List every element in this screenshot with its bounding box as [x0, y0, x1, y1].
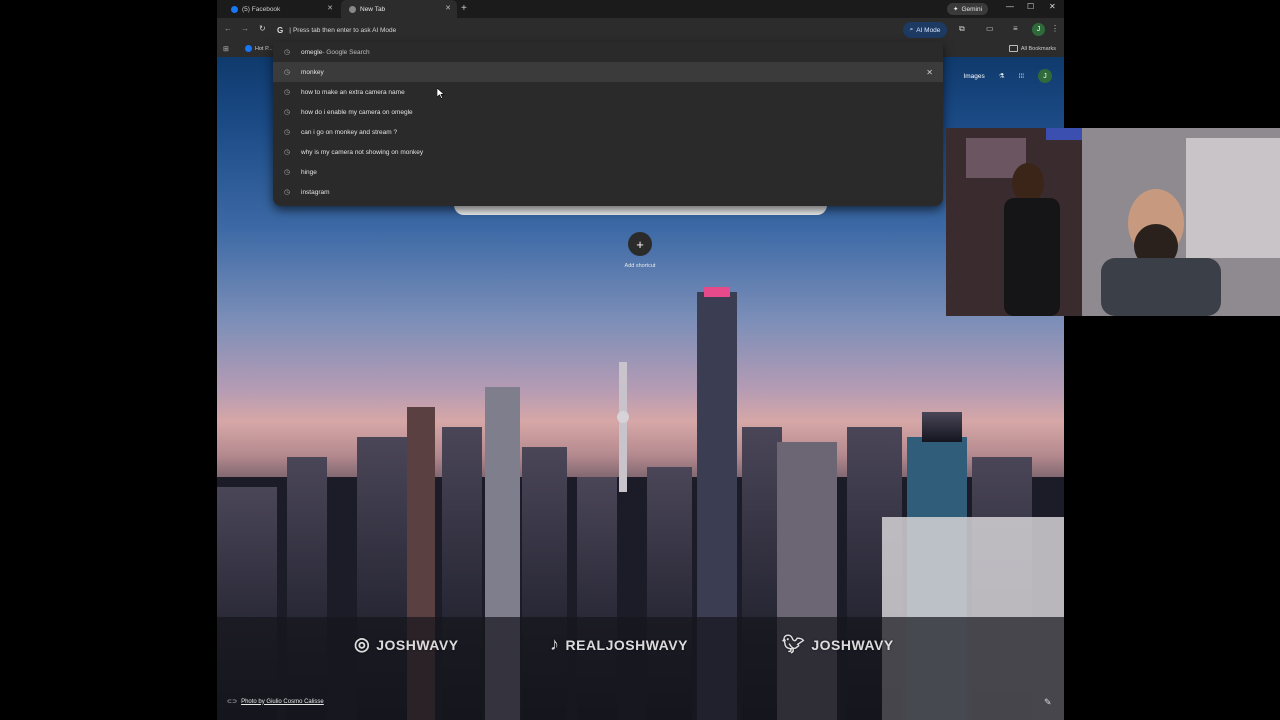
suggestion-item[interactable]: ◷ instagram: [273, 182, 943, 202]
suggestion-item[interactable]: ◷ how to make an extra camera name: [273, 82, 943, 102]
add-shortcut-button[interactable]: +: [628, 232, 652, 256]
add-shortcut-label: Add shortcut: [624, 263, 656, 269]
remove-suggestion-icon[interactable]: ✕: [926, 68, 933, 77]
tiktok-handle: REALJOSHWAVY: [565, 636, 688, 653]
ntp-top-links: Images ⚗ ⁞⁞⁞ J: [963, 69, 1052, 83]
suggestion-item[interactable]: ◷ omegle - Google Search: [273, 42, 943, 62]
instagram-overlay: ◎ JOSHWAVY: [354, 634, 459, 655]
plus-icon: +: [636, 236, 644, 252]
browser-window: (5) Facebook ✕ New Tab ✕ + ✦ Gemini — ☐ …: [217, 0, 1064, 720]
mouse-cursor-icon: [437, 88, 445, 99]
search-icon: ⌕: [909, 26, 914, 33]
new-tab-button[interactable]: +: [461, 3, 467, 14]
twitter-overlay: 🐦︎ JOSHWAVY: [782, 634, 894, 655]
folder-icon: [1008, 45, 1018, 52]
close-icon[interactable]: ✕: [445, 4, 451, 12]
close-icon[interactable]: ✕: [327, 4, 333, 12]
history-icon: ◷: [284, 69, 291, 76]
photo-credit[interactable]: ⊂⊃ Photo by Giulio Cosmo Calisse: [227, 698, 324, 706]
tiktok-icon: ♪: [550, 634, 560, 654]
all-bookmarks-button[interactable]: All Bookmarks: [1008, 45, 1056, 52]
tab-facebook[interactable]: (5) Facebook ✕: [223, 0, 339, 18]
photo-credit-text: Photo by Giulio Cosmo Calisse: [241, 698, 324, 705]
suggestion-item[interactable]: ◷ hinge: [273, 162, 943, 182]
twitter-handle: JOSHWAVY: [811, 636, 894, 653]
suggestion-text: instagram: [301, 188, 330, 196]
instagram-handle: JOSHWAVY: [376, 636, 459, 653]
reload-icon[interactable]: ↻: [259, 24, 266, 33]
suggestion-text: omegle: [301, 48, 323, 56]
account-avatar[interactable]: J: [1038, 69, 1052, 83]
suggestion-text: hinge: [301, 168, 317, 176]
minimize-button[interactable]: —: [1006, 2, 1014, 11]
google-icon: G: [277, 25, 284, 35]
menu-icon[interactable]: ⋮: [1051, 24, 1059, 33]
labs-icon[interactable]: ⚗: [999, 72, 1005, 80]
omnibox-suggestions: ◷ omegle - Google Search ◷ monkey ✕ ◷ ho…: [273, 42, 943, 206]
suggestion-text: monkey: [301, 68, 324, 76]
history-icon: ◷: [284, 89, 291, 96]
tab-new-tab[interactable]: New Tab ✕: [341, 0, 457, 18]
split-view-icon[interactable]: ▭: [986, 24, 994, 33]
all-bookmarks-label: All Bookmarks: [1020, 45, 1056, 52]
tab-title: New Tab: [360, 5, 386, 13]
address-bar[interactable]: G | Press tab then enter to ask AI Mode: [277, 21, 927, 39]
extensions-icon[interactable]: ⧉: [959, 24, 965, 34]
ai-mode-button[interactable]: ⌕ AI Mode: [903, 22, 947, 38]
history-icon: ◷: [284, 169, 291, 176]
facebook-icon: [245, 45, 252, 52]
apps-icon[interactable]: ⊞: [223, 45, 229, 53]
ai-mode-label: AI Mode: [916, 26, 941, 34]
suggestion-text: how to make an extra camera name: [301, 88, 405, 96]
gemini-button[interactable]: ✦ Gemini: [947, 3, 989, 15]
history-icon: ◷: [284, 189, 291, 196]
suggestion-item[interactable]: ◷ why is my camera not showing on monkey: [273, 142, 943, 162]
tab-strip: (5) Facebook ✕ New Tab ✕ + ✦ Gemini — ☐ …: [217, 0, 1064, 18]
suggestion-suffix: - Google Search: [322, 48, 370, 56]
chrome-icon: [349, 5, 356, 13]
history-icon: ◷: [284, 149, 291, 156]
text-cursor: |: [289, 26, 291, 34]
address-bar-text: Press tab then enter to ask AI Mode: [292, 26, 397, 34]
suggestion-text: why is my camera not showing on monkey: [301, 148, 424, 156]
apps-grid-icon[interactable]: ⁞⁞⁞: [1019, 73, 1024, 80]
suggestion-item[interactable]: ◷ can i go on monkey and stream ?: [273, 122, 943, 142]
toolbar: ← → ↻ G | Press tab then enter to ask AI…: [217, 18, 1064, 42]
facebook-icon: [231, 5, 238, 13]
forward-icon[interactable]: →: [241, 24, 249, 33]
tab-title: (5) Facebook: [242, 5, 281, 13]
suggestion-text: can i go on monkey and stream ?: [301, 128, 398, 136]
gemini-label: Gemini: [961, 5, 983, 13]
webcam-feed-image: [946, 128, 1280, 316]
avatar-initial: J: [1043, 72, 1047, 80]
media-icon[interactable]: ≡: [1013, 24, 1018, 33]
profile-avatar[interactable]: J: [1032, 23, 1045, 36]
tiktok-overlay: ♪ REALJOSHWAVY: [550, 634, 688, 655]
suggestion-item[interactable]: ◷ how do i enable my camera on omegle: [273, 102, 943, 122]
webcam-overlay: [946, 128, 1280, 316]
back-icon[interactable]: ←: [224, 24, 232, 33]
customize-pencil-icon[interactable]: ✎: [1044, 697, 1052, 708]
bookmark-item[interactable]: Hot P...: [245, 45, 273, 52]
profile-initial: J: [1036, 26, 1041, 33]
images-link[interactable]: Images: [963, 73, 984, 80]
history-icon: ◷: [284, 109, 291, 116]
bookmark-label: Hot P...: [255, 45, 273, 52]
history-icon: ◷: [284, 129, 291, 136]
sparkle-icon: ✦: [953, 6, 959, 13]
history-icon: ◷: [284, 49, 291, 56]
suggestion-text: how do i enable my camera on omegle: [301, 108, 413, 116]
window-close-button[interactable]: ✕: [1049, 2, 1056, 11]
suggestion-item-highlighted[interactable]: ◷ monkey ✕: [273, 62, 943, 82]
link-icon: ⊂⊃: [227, 699, 238, 705]
twitter-icon: 🐦︎: [782, 634, 806, 654]
instagram-icon: ◎: [354, 634, 371, 654]
maximize-button[interactable]: ☐: [1027, 2, 1034, 11]
